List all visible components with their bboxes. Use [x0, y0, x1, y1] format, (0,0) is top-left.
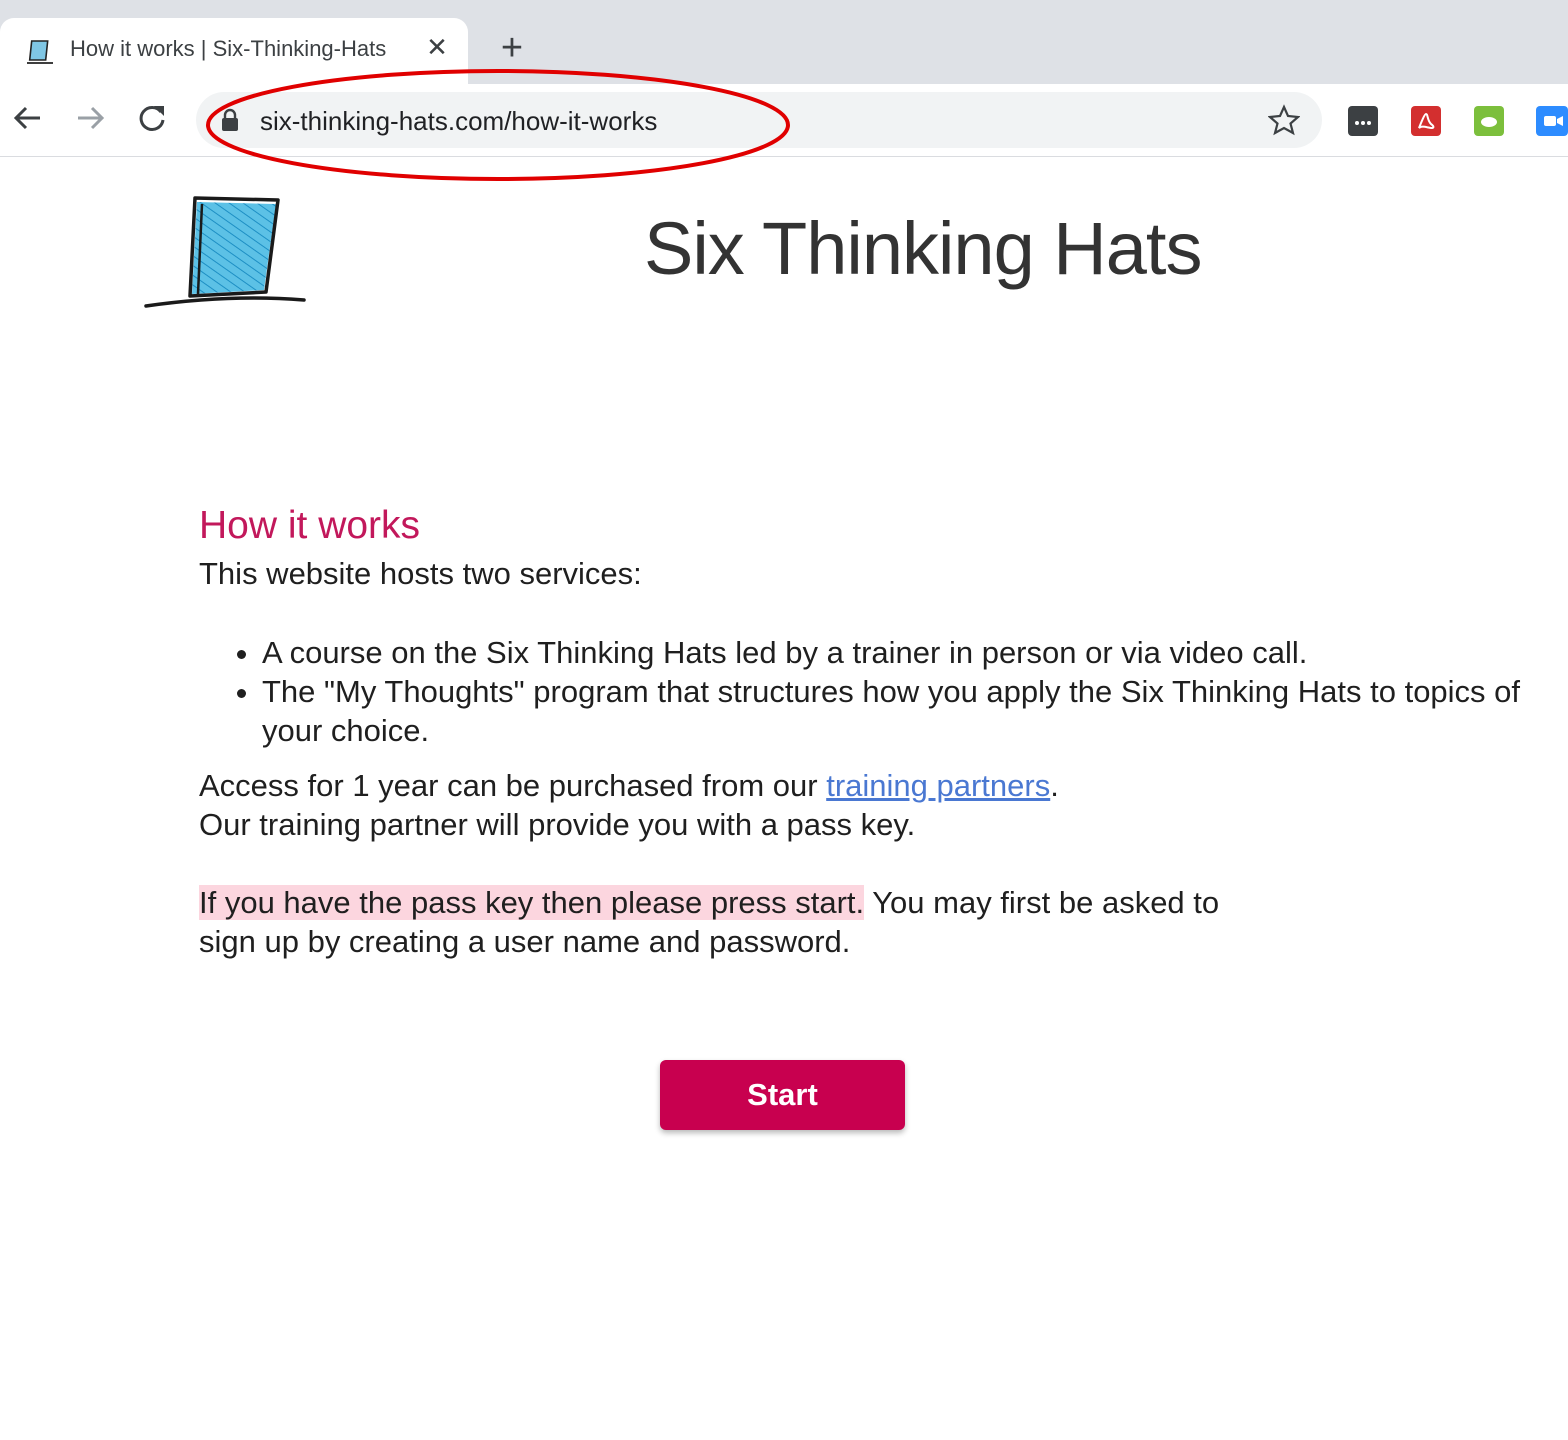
acrobat-icon: [1418, 112, 1435, 130]
hat-logo-icon: [27, 40, 53, 64]
dots-icon: [1355, 121, 1371, 125]
browser-tab[interactable]: How it works | Six-Thinking-Hats ✕: [0, 18, 468, 84]
site-title: Six Thinking Hats: [644, 207, 1202, 290]
forward-button[interactable]: [70, 98, 110, 138]
zoom-extension-icon[interactable]: [1536, 106, 1568, 136]
green-extension-icon[interactable]: [1474, 106, 1504, 136]
services-list: A course on the Six Thinking Hats led by…: [199, 633, 1539, 750]
access-paragraph: Access for 1 year can be purchased from …: [199, 766, 1539, 844]
list-item: A course on the Six Thinking Hats led by…: [262, 633, 1539, 672]
extension-more-icon[interactable]: [1348, 106, 1378, 136]
tab-strip: How it works | Six-Thinking-Hats ✕ +: [0, 0, 1568, 84]
passkey-highlight: If you have the pass key then please pre…: [199, 885, 865, 920]
browser-toolbar: six-thinking-hats.com/how-it-works: [0, 84, 1568, 157]
address-bar[interactable]: six-thinking-hats.com/how-it-works: [196, 92, 1322, 148]
new-tab-button[interactable]: +: [494, 28, 530, 68]
pdf-extension-icon[interactable]: [1411, 106, 1441, 136]
browser-chrome: How it works | Six-Thinking-Hats ✕ + six…: [0, 0, 1568, 157]
passkey-paragraph: If you have the pass key then please pre…: [199, 883, 1239, 961]
list-item: The "My Thoughts" program that structure…: [262, 672, 1539, 750]
partner-note: Our training partner will provide you wi…: [199, 807, 916, 842]
tab-title: How it works | Six-Thinking-Hats: [70, 36, 387, 61]
star-icon[interactable]: [1268, 104, 1300, 136]
reload-button[interactable]: [132, 98, 172, 138]
video-camera-icon: [1544, 116, 1563, 126]
leaf-icon: [1481, 117, 1497, 127]
arrow-left-icon: [13, 106, 40, 130]
reload-icon: [139, 105, 165, 131]
start-button[interactable]: Start: [660, 1060, 905, 1130]
training-partners-link[interactable]: training partners: [826, 768, 1050, 803]
access-suffix: .: [1050, 768, 1059, 803]
section-heading: How it works: [199, 504, 421, 547]
lock-icon: [222, 108, 238, 131]
close-icon[interactable]: ✕: [422, 32, 452, 62]
access-prefix: Access for 1 year can be purchased from …: [199, 768, 827, 803]
back-button[interactable]: [8, 98, 48, 138]
url-text[interactable]: six-thinking-hats.com/how-it-works: [260, 106, 657, 137]
arrow-right-icon: [78, 106, 105, 130]
hat-logo-icon: [144, 196, 306, 308]
main-content: How it works This website hosts two serv…: [199, 500, 1539, 961]
intro-text: This website hosts two services:: [199, 556, 642, 591]
